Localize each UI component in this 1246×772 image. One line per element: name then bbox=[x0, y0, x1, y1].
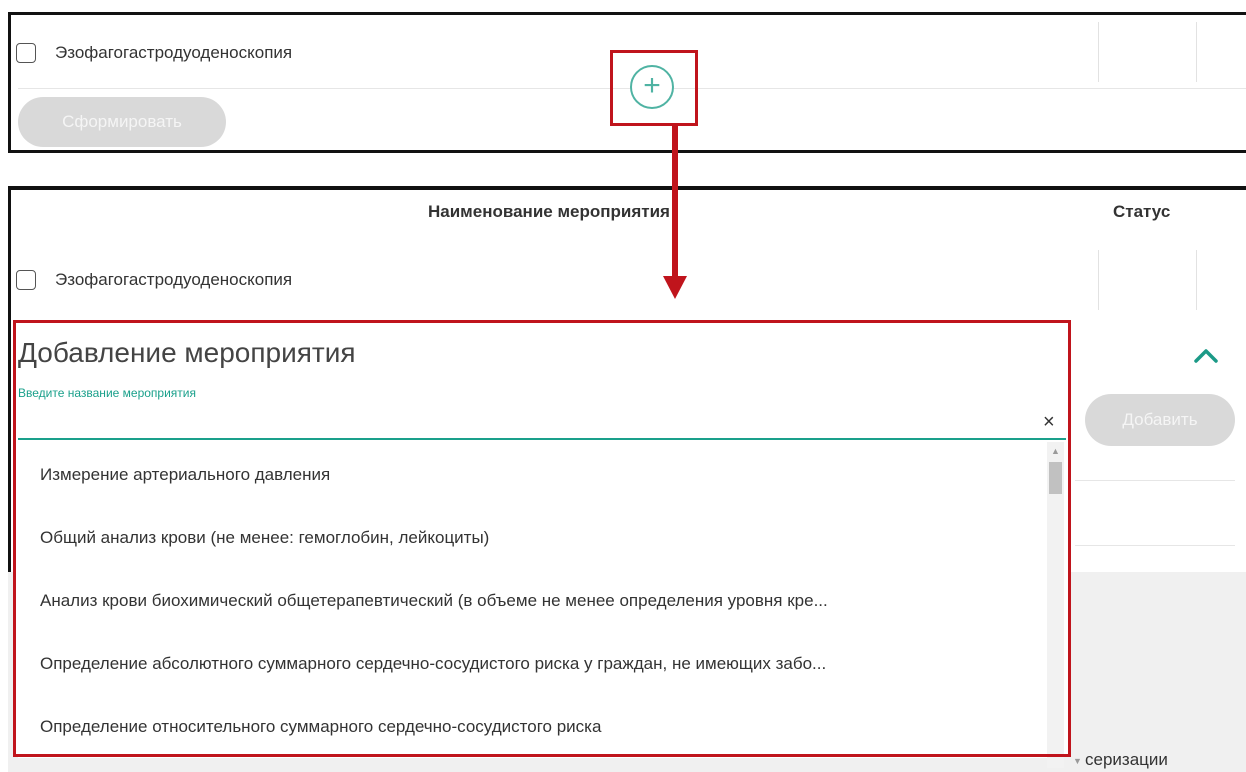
add-event-button[interactable]: + bbox=[630, 65, 674, 109]
chevron-up-icon[interactable] bbox=[1193, 344, 1219, 366]
form-button[interactable]: Сформировать bbox=[18, 97, 226, 147]
partial-label: серизации bbox=[1085, 750, 1168, 769]
row-checkbox[interactable] bbox=[16, 270, 36, 290]
card-divider bbox=[1075, 545, 1235, 546]
scroll-down-icon[interactable]: ▼ bbox=[1073, 756, 1082, 766]
column-divider bbox=[1196, 250, 1197, 310]
plus-icon: + bbox=[643, 69, 661, 102]
row-checkbox[interactable] bbox=[16, 43, 36, 63]
row-name: Эзофагогастродуоденоскопия bbox=[55, 270, 293, 289]
highlight-frame bbox=[13, 320, 1071, 757]
card-divider bbox=[1075, 480, 1235, 481]
add-button[interactable]: Добавить bbox=[1085, 394, 1235, 446]
column-header-status: Статус bbox=[1113, 202, 1171, 221]
row-name: Эзофагогастродуоденоскопия bbox=[55, 43, 293, 62]
arrow-down-icon bbox=[660, 126, 690, 301]
column-divider bbox=[1098, 22, 1099, 82]
column-divider bbox=[1098, 250, 1099, 310]
column-header-name: Наименование мероприятия bbox=[428, 202, 670, 221]
column-divider bbox=[1196, 22, 1197, 82]
